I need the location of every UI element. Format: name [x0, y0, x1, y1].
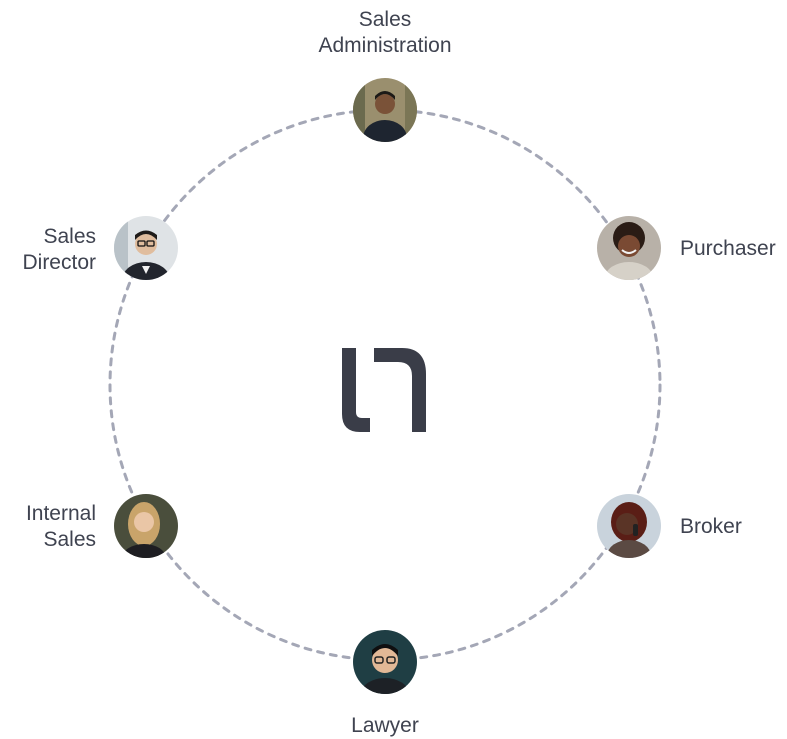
label-line: Director — [22, 251, 96, 274]
logo-shape — [342, 348, 370, 432]
node-label-purchaser: Purchaser — [680, 236, 776, 262]
label-line: Sales — [43, 225, 96, 248]
label-line: Sales — [358, 8, 412, 31]
node-label-internal-sales: Internal Sales — [26, 501, 96, 553]
node-label-sales-administration: Sales Administration — [300, 7, 470, 59]
avatar-purchaser — [597, 216, 661, 280]
label-line: Lawyer — [351, 714, 419, 737]
node-label-lawyer: Lawyer — [325, 713, 445, 739]
avatar-internal-sales — [114, 494, 178, 558]
avatar-lawyer — [353, 630, 417, 694]
label-line: Internal — [25, 502, 96, 525]
company-logo — [342, 348, 426, 432]
label-line: Purchaser — [680, 237, 776, 260]
label-line: Broker — [680, 515, 742, 538]
avatar-sales-administration — [353, 78, 417, 142]
avatar-sales-director — [114, 216, 178, 280]
label-line: Administration — [318, 34, 452, 57]
avatar-broker — [597, 494, 661, 558]
node-label-sales-director: Sales Director — [22, 224, 96, 276]
label-line: Sales — [43, 528, 96, 551]
logo-shape-right — [374, 348, 426, 432]
node-label-broker: Broker — [680, 514, 742, 540]
